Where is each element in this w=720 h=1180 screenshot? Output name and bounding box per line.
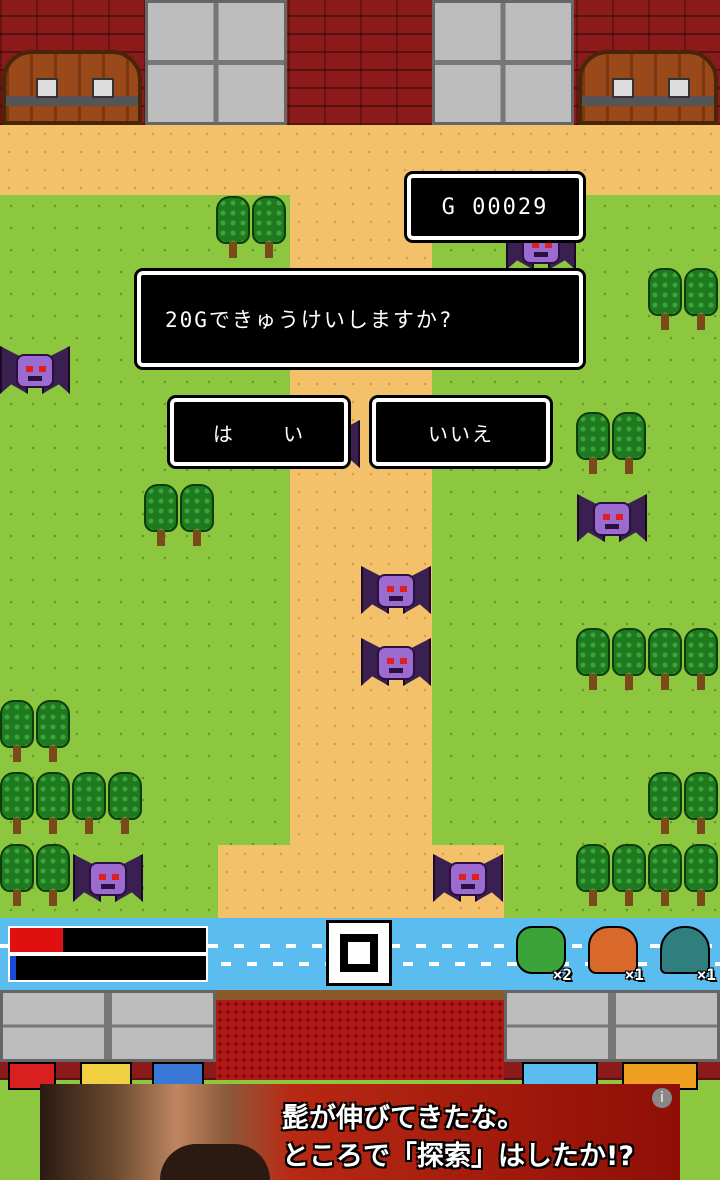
bat-monster[interactable] xyxy=(0,340,70,406)
tree xyxy=(36,700,70,762)
item-slot-herb[interactable]: ×2 xyxy=(512,922,574,986)
beard-shape xyxy=(160,1144,270,1180)
tree xyxy=(252,196,286,258)
tree xyxy=(144,484,178,546)
stop-button[interactable] xyxy=(326,920,392,986)
yes-button-label: は い xyxy=(212,421,326,446)
item-slot-scarab[interactable]: ×1 xyxy=(656,922,718,986)
item-count: ×1 xyxy=(624,965,644,984)
stone-pillar-right xyxy=(432,0,574,125)
yes-button[interactable]: は い xyxy=(170,398,348,466)
rest-dialog-message: 20Gできゅうけいしますか? xyxy=(165,308,454,332)
tree xyxy=(180,484,214,546)
sand-road-horizontal xyxy=(0,125,720,195)
no-button[interactable]: いいえ xyxy=(372,398,550,466)
treasure-door-left[interactable] xyxy=(2,50,142,125)
stone-block-right xyxy=(504,990,720,1062)
tree xyxy=(576,412,610,474)
info-icon[interactable]: i xyxy=(652,1088,672,1108)
tree xyxy=(648,844,682,906)
tree xyxy=(648,268,682,330)
tree xyxy=(576,628,610,690)
tree xyxy=(0,700,34,762)
gold-amount: G 00029 xyxy=(441,194,549,220)
item-count: ×1 xyxy=(696,965,716,984)
tree xyxy=(684,772,718,834)
tree xyxy=(36,844,70,906)
stop-icon xyxy=(340,934,378,972)
bat-monster[interactable] xyxy=(361,632,431,698)
tree xyxy=(0,772,34,834)
bat-monster[interactable] xyxy=(433,848,503,914)
tree xyxy=(684,844,718,906)
tree xyxy=(612,412,646,474)
tree xyxy=(648,772,682,834)
tree xyxy=(576,844,610,906)
tree xyxy=(648,628,682,690)
stone-pillar-left xyxy=(145,0,287,125)
bat-monster[interactable] xyxy=(73,848,143,914)
item-count: ×2 xyxy=(552,965,572,984)
hp-bar xyxy=(8,926,208,954)
bat-monster[interactable] xyxy=(361,560,431,626)
mp-bar-fill xyxy=(10,956,16,980)
gold-counter: G 00029 xyxy=(407,174,583,240)
tree xyxy=(684,628,718,690)
hp-bar-fill xyxy=(10,928,63,952)
mp-bar xyxy=(8,954,208,982)
item-slot-meat[interactable]: ×1 xyxy=(584,922,646,986)
tree xyxy=(108,772,142,834)
tree xyxy=(612,844,646,906)
no-button-label: いいえ xyxy=(428,421,494,446)
bat-monster[interactable] xyxy=(577,488,647,554)
banner-line-2: ところで「探索」はしたか!? xyxy=(282,1141,634,1172)
tree xyxy=(72,772,106,834)
banner-line-1: 髭が伸びてきたな。 xyxy=(282,1103,525,1134)
rest-dialog-message-box: 20Gできゅうけいしますか? xyxy=(137,271,583,367)
treasure-door-right[interactable] xyxy=(578,50,718,125)
tree xyxy=(216,196,250,258)
tree xyxy=(684,268,718,330)
ad-banner[interactable]: 髭が伸びてきたな。 ところで「探索」はしたか!? i xyxy=(40,1084,680,1180)
tree xyxy=(612,628,646,690)
stone-block-left xyxy=(0,990,216,1062)
red-carpet xyxy=(216,990,504,1080)
tree xyxy=(36,772,70,834)
tree xyxy=(0,844,34,906)
